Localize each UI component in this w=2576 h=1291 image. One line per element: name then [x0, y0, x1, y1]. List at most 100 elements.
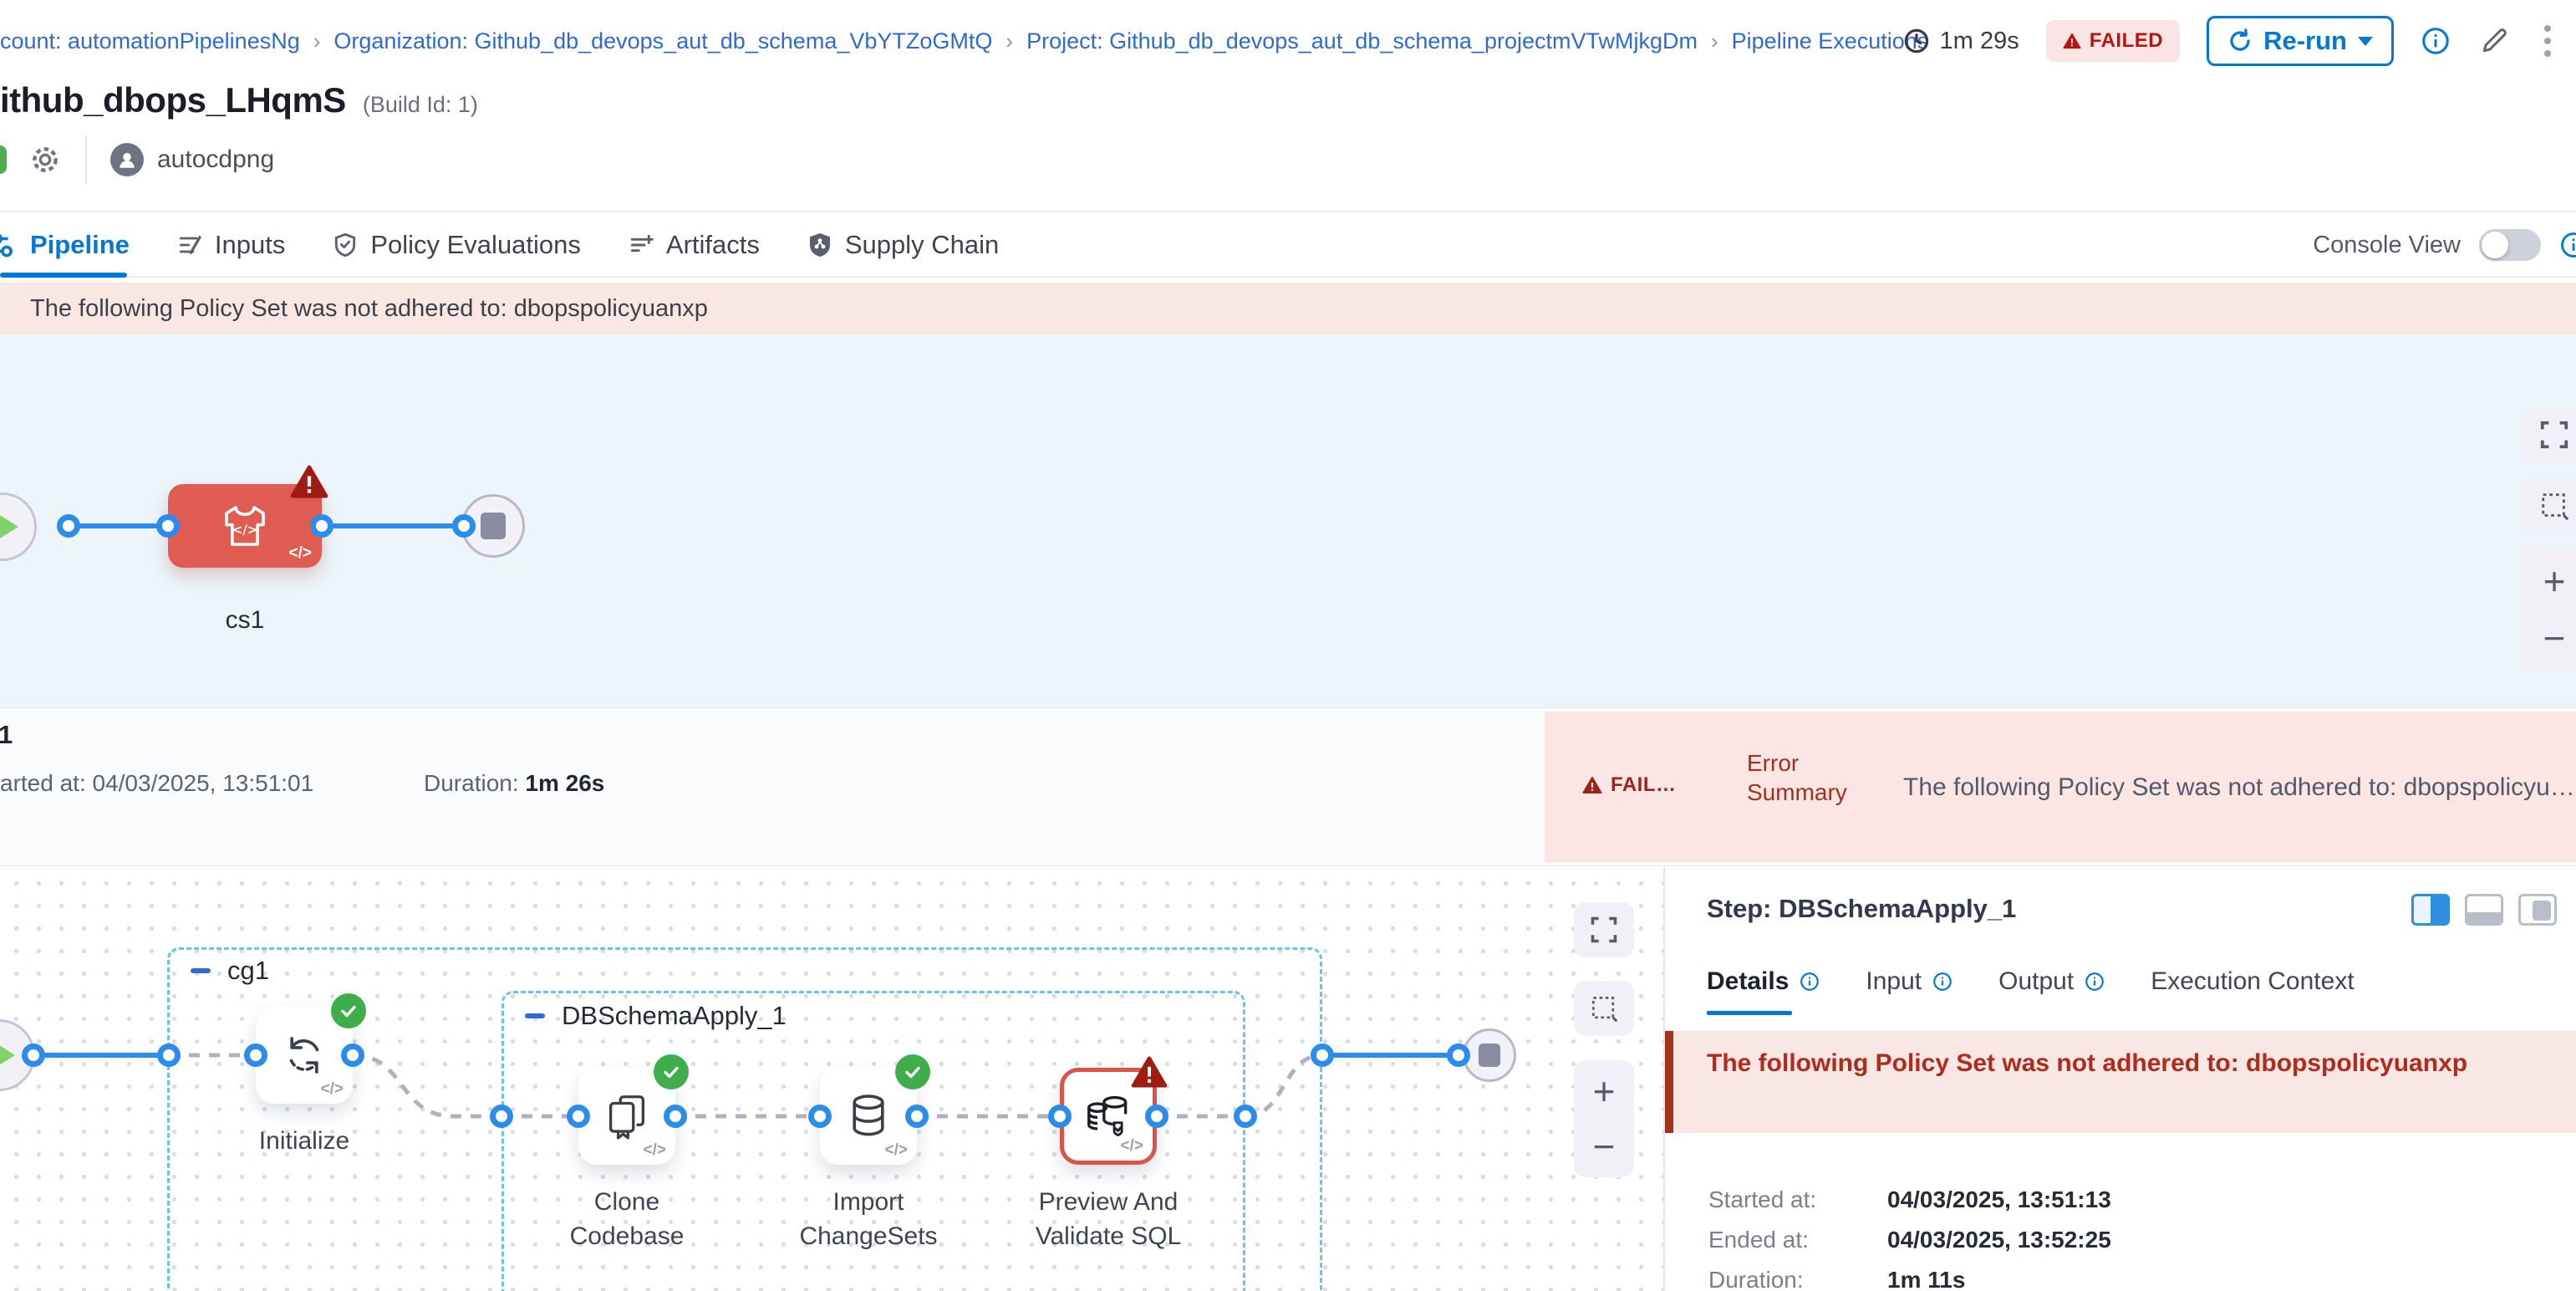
breadcrumb-project[interactable]: Project: Github_db_devops_aut_db_schema_… [1026, 28, 1698, 54]
canvas-select-button[interactable] [2521, 478, 2576, 533]
tab-artifacts-label: Artifacts [666, 230, 760, 260]
step-group-dbschemaapply-header: DBSchemaApply_1 [525, 1001, 787, 1031]
collapse-group-icon[interactable] [525, 1013, 545, 1018]
code-glyph: </> [644, 1141, 666, 1160]
tab-policy-evaluations[interactable]: Policy Evaluations [308, 230, 604, 260]
user-avatar [110, 143, 144, 176]
code-glyph: </> [1121, 1137, 1143, 1156]
detail-label: Duration: [1708, 1267, 1887, 1291]
tab-output-label: Output [1998, 967, 2074, 996]
breadcrumb-organization[interactable]: Organization: Github_db_devops_aut_db_sc… [333, 28, 992, 54]
breadcrumb-separator: › [992, 28, 1026, 54]
connector-port [310, 514, 333, 538]
code-glyph: </> [321, 1080, 344, 1099]
breadcrumb-pipeline-executions[interactable]: Pipeline Executions [1732, 28, 1929, 54]
tab-supply-chain[interactable]: Supply Chain [783, 230, 1022, 260]
zoom-out-button[interactable]: − [2543, 619, 2566, 657]
layout-split-bottom-icon[interactable] [2465, 894, 2503, 926]
error-summary-message: The following Policy Set was not adhered… [1903, 773, 2576, 802]
canvas-fit-button[interactable] [2521, 407, 2576, 462]
tab-input[interactable]: Input [1866, 967, 1953, 996]
success-check-icon [895, 1054, 930, 1089]
edge [69, 523, 168, 528]
connector-port [452, 514, 476, 538]
tab-execution-context[interactable]: Execution Context [2151, 967, 2354, 996]
gear-icon[interactable] [28, 143, 62, 176]
console-view-toggle[interactable] [2479, 229, 2541, 261]
rerun-label: Re-run [2263, 26, 2347, 56]
rerun-button[interactable]: Re-run [2207, 16, 2394, 66]
custom-stage-icon: </> [217, 498, 272, 554]
connector-port [808, 1105, 832, 1128]
step-node-label: Import ChangeSets [789, 1186, 948, 1253]
elapsed-time-value: 1m 29s [1940, 28, 2019, 55]
connector-port [1447, 1044, 1470, 1067]
trigger-user: autocdpng [157, 145, 274, 174]
step-node-preview-validate-sql[interactable]: </> [1060, 1068, 1157, 1165]
breadcrumb-separator: › [300, 28, 334, 54]
collapse-group-icon[interactable] [191, 968, 211, 973]
edit-pencil-icon[interactable] [2477, 24, 2511, 58]
step-node-clone-codebase[interactable]: </> [578, 1068, 675, 1165]
step-node-import-changesets[interactable]: </> [820, 1068, 917, 1165]
initialize-sync-icon [278, 1029, 330, 1081]
step-node-initialize[interactable]: </> [256, 1007, 353, 1104]
play-icon [0, 1041, 15, 1069]
more-options-icon[interactable] [2538, 22, 2558, 60]
connector-port [22, 1044, 45, 1067]
connector-port [1311, 1044, 1334, 1067]
step-panel-title: Step: DBSchemaApply_1 [1707, 894, 2016, 924]
panel-layout-controls [2411, 894, 2576, 926]
page-title: ithub_dbops_LHqmS [0, 80, 346, 120]
zoom-in-button[interactable]: + [2543, 562, 2566, 600]
zoom-out-button[interactable]: − [1593, 1127, 1616, 1166]
execution-tabs: Pipeline Inputs Policy Evaluations Artif… [0, 211, 2576, 278]
info-icon[interactable] [2421, 26, 2451, 56]
tab-output[interactable]: Output [1998, 967, 2105, 996]
connector-port [156, 514, 180, 538]
tab-details-label: Details [1707, 967, 1789, 996]
failed-warning-icon [1131, 1055, 1168, 1089]
breadcrumb-account[interactable]: count: automationPipelinesNg [0, 28, 300, 54]
pipeline-start-node [0, 492, 37, 561]
stage-graph-canvas[interactable]: </> </> cs1 + − [0, 334, 2576, 707]
tab-artifacts[interactable]: Artifacts [604, 230, 783, 260]
connector-port [567, 1105, 590, 1128]
tab-execution-context-label: Execution Context [2151, 967, 2354, 996]
inputs-icon [176, 232, 203, 258]
detail-value: 04/03/2025, 13:52:25 [1887, 1227, 2111, 1253]
layout-floating-icon[interactable] [2518, 894, 2557, 926]
connector-port [664, 1105, 687, 1128]
breadcrumb-separator: › [1698, 28, 1732, 54]
svg-text:</>: </> [232, 523, 258, 538]
tab-details[interactable]: Details [1707, 967, 1820, 996]
tab-pipeline[interactable]: Pipeline [0, 230, 153, 260]
step-details-panel: Step: DBSchemaApply_1 Details Input Outp… [1663, 867, 2576, 1291]
tab-policy-evaluations-label: Policy Evaluations [370, 230, 581, 260]
policy-violation-banner: The following Policy Set was not adhered… [0, 283, 2576, 334]
tab-inputs[interactable]: Inputs [153, 230, 308, 260]
code-glyph: </> [885, 1141, 908, 1160]
zoom-in-button[interactable]: + [1593, 1072, 1616, 1110]
pipeline-execution-page: count: automationPipelinesNg › Organizat… [0, 0, 2576, 1291]
console-view-label: Console View [2313, 232, 2461, 259]
console-info-icon[interactable] [2559, 231, 2576, 259]
error-summary-label: Error Summary [1747, 748, 1881, 807]
connector-port [157, 1044, 181, 1067]
stop-icon [1479, 1044, 1500, 1067]
tab-inputs-label: Inputs [215, 230, 285, 260]
info-icon [2084, 971, 2105, 992]
detail-row-started: Started at: 04/03/2025, 13:51:13 [1708, 1186, 2111, 1213]
canvas-fit-button[interactable] [1574, 902, 1634, 957]
stage-node-cs1[interactable]: </> </> [168, 484, 322, 568]
canvas-zoom-controls: + − [1574, 1060, 1634, 1177]
layout-split-right-icon[interactable] [2411, 894, 2450, 926]
database-check-icon [1082, 1090, 1134, 1142]
step-graph-canvas[interactable]: cg1 DBSchemaApply_1 </> </> [0, 867, 1663, 1291]
clone-codebase-icon [601, 1090, 653, 1142]
build-id: (Build Id: 1) [363, 92, 478, 118]
canvas-select-button[interactable] [1574, 981, 1634, 1036]
info-icon [1932, 971, 1953, 992]
tab-supply-chain-label: Supply Chain [845, 230, 999, 260]
edge [322, 523, 464, 528]
